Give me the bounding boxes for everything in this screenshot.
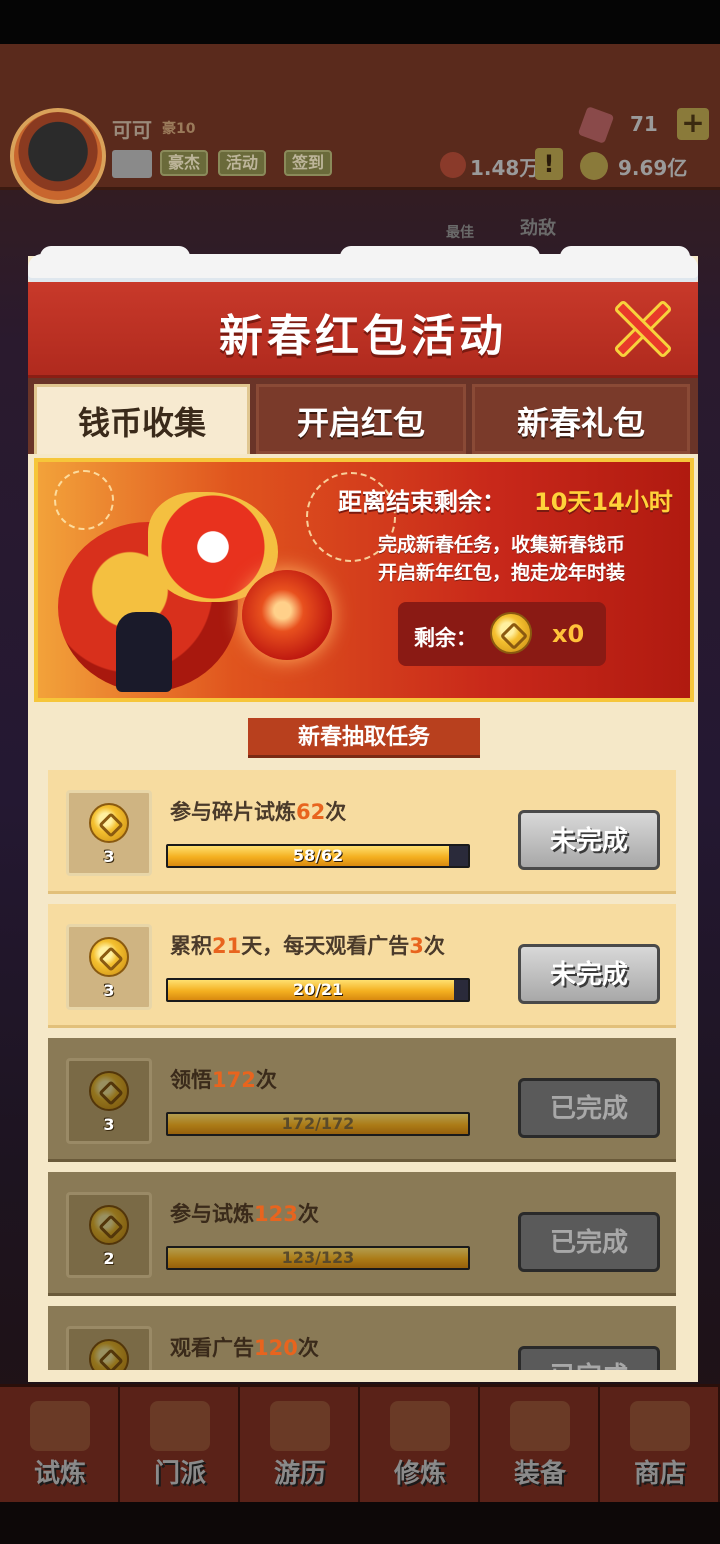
- progress-text: 20/21: [292, 980, 344, 999]
- temple-icon: [150, 1401, 210, 1451]
- status-button[interactable]: 已完成: [518, 1346, 660, 1370]
- nav-label: 商店: [633, 1459, 686, 1489]
- shop-icon: [630, 1401, 690, 1451]
- status-button[interactable]: 未完成: [518, 944, 660, 1004]
- nav-item-equipment[interactable]: 装备: [480, 1387, 600, 1502]
- book-icon: [390, 1401, 450, 1451]
- hud-button-events[interactable]: 活动: [218, 150, 267, 176]
- reward-slot: [66, 1326, 152, 1370]
- firework-icon: [54, 470, 114, 530]
- reward-amount: 3: [103, 847, 115, 866]
- status-button[interactable]: 已完成: [518, 1078, 660, 1138]
- task-description: 领悟172次: [170, 1068, 277, 1092]
- nav-label: 门派: [153, 1459, 206, 1489]
- reward-amount: 3: [103, 1115, 115, 1134]
- reward-slot: 3: [66, 1058, 152, 1144]
- task-row: 2 参与试炼123次 123/123 已完成: [48, 1172, 676, 1296]
- task-description: 参与碎片试炼62次: [170, 800, 347, 824]
- task-row: 3 参与碎片试炼62次 58/62 未完成: [48, 770, 676, 894]
- snow-decoration: [40, 246, 190, 268]
- progress-text: 172/172: [281, 1114, 355, 1133]
- coin-icon: [89, 1071, 129, 1111]
- task-row: 3 累积21天，每天观看广告3次 20/21 未完成: [48, 904, 676, 1028]
- add-gems-button[interactable]: +: [677, 108, 709, 140]
- task-description: 参与试炼123次: [170, 1202, 319, 1226]
- best-label: 最佳: [446, 225, 474, 241]
- player-name: 可可: [112, 118, 152, 142]
- gem-count: 71: [630, 112, 658, 136]
- section-title: 新春抽取任务: [248, 718, 480, 758]
- reward-amount: 2: [103, 1249, 115, 1268]
- task-description: 累积21天，每天观看广告3次: [170, 934, 445, 958]
- progress-bar: 172/172: [166, 1112, 470, 1136]
- reward-slot: 3: [66, 924, 152, 1010]
- status-button[interactable]: 已完成: [518, 1212, 660, 1272]
- nav-label: 修炼: [393, 1459, 446, 1489]
- task-row: 3 领悟172次 172/172 已完成: [48, 1038, 676, 1162]
- task-list[interactable]: 3 参与碎片试炼62次 58/62 未完成 3 累积21天，每天观看广告3次 2…: [48, 770, 676, 1370]
- coin-icon: [89, 937, 129, 977]
- token-count: 1.48万: [470, 156, 540, 180]
- progress-text: 123/123: [281, 1248, 355, 1267]
- nav-item-shop[interactable]: 商店: [600, 1387, 720, 1502]
- tab-spring-pack[interactable]: 新春礼包: [472, 384, 690, 454]
- spring-coin-icon: [490, 612, 532, 654]
- nav-label: 试炼: [33, 1459, 86, 1489]
- gold-count: 9.69亿: [618, 156, 688, 180]
- tab-open-envelope[interactable]: 开启红包: [256, 384, 466, 454]
- bottom-nav: 试炼 门派 游历 修炼 装备 商店: [0, 1384, 720, 1502]
- event-banner: 距离结束剩余： 10天14小时 完成新春任务，收集新春钱币 开启新年红包，抱走龙…: [34, 458, 694, 702]
- timer-label: 距离结束剩余：: [338, 488, 506, 516]
- reward-slot: 2: [66, 1192, 152, 1278]
- sword-icon: [510, 1401, 570, 1451]
- token-icon: [440, 152, 466, 178]
- event-description-line1: 完成新春任务，收集新春钱币: [378, 534, 626, 556]
- mountain-icon: [270, 1401, 330, 1451]
- scroll-icon: [30, 1401, 90, 1451]
- coin-icon: [89, 1339, 129, 1370]
- rival-label: 劲敌: [520, 218, 556, 239]
- coin-icon: [89, 1205, 129, 1245]
- progress-bar: 123/123: [166, 1246, 470, 1270]
- alert-button[interactable]: !: [535, 148, 563, 180]
- system-nav-bar: [0, 1502, 720, 1544]
- status-button[interactable]: 未完成: [518, 810, 660, 870]
- progress-text: 58/62: [292, 846, 344, 865]
- remaining-count: x0: [552, 620, 585, 648]
- ninja-character: [116, 612, 172, 692]
- modal-title: 新春红包活动: [219, 311, 507, 362]
- lantern-icon: [242, 570, 332, 660]
- mail-icon[interactable]: [112, 150, 152, 178]
- task-description: 观看广告120次: [170, 1336, 319, 1360]
- nav-item-trial[interactable]: 试炼: [0, 1387, 120, 1502]
- player-rank: 豪10: [162, 121, 196, 137]
- hud-button-checkin[interactable]: 签到: [284, 150, 333, 176]
- task-row: 观看广告120次 已完成: [48, 1306, 676, 1370]
- gold-coin-icon: [580, 152, 608, 180]
- close-button[interactable]: [612, 298, 673, 360]
- snow-decoration: [560, 246, 690, 268]
- progress-bar: 20/21: [166, 978, 470, 1002]
- nav-label: 游历: [273, 1459, 326, 1489]
- snow-decoration: [340, 246, 540, 268]
- reward-slot: 3: [66, 790, 152, 876]
- reward-amount: 3: [103, 981, 115, 1000]
- hud-button-heroes[interactable]: 豪杰: [160, 150, 209, 176]
- tab-coin-collect[interactable]: 钱币收集: [34, 384, 250, 454]
- timer-value: 10天14小时: [534, 488, 673, 516]
- nav-item-cultivate[interactable]: 修炼: [360, 1387, 480, 1502]
- nav-label: 装备: [513, 1459, 566, 1489]
- coin-icon: [89, 803, 129, 843]
- nav-item-sect[interactable]: 门派: [120, 1387, 240, 1502]
- nav-item-travel[interactable]: 游历: [240, 1387, 360, 1502]
- remaining-label: 剩余：: [414, 626, 477, 650]
- player-avatar[interactable]: [10, 108, 106, 204]
- event-description-line2: 开启新年红包，抱走龙年时装: [378, 562, 626, 584]
- status-bar: [0, 0, 720, 44]
- progress-bar: 58/62: [166, 844, 470, 868]
